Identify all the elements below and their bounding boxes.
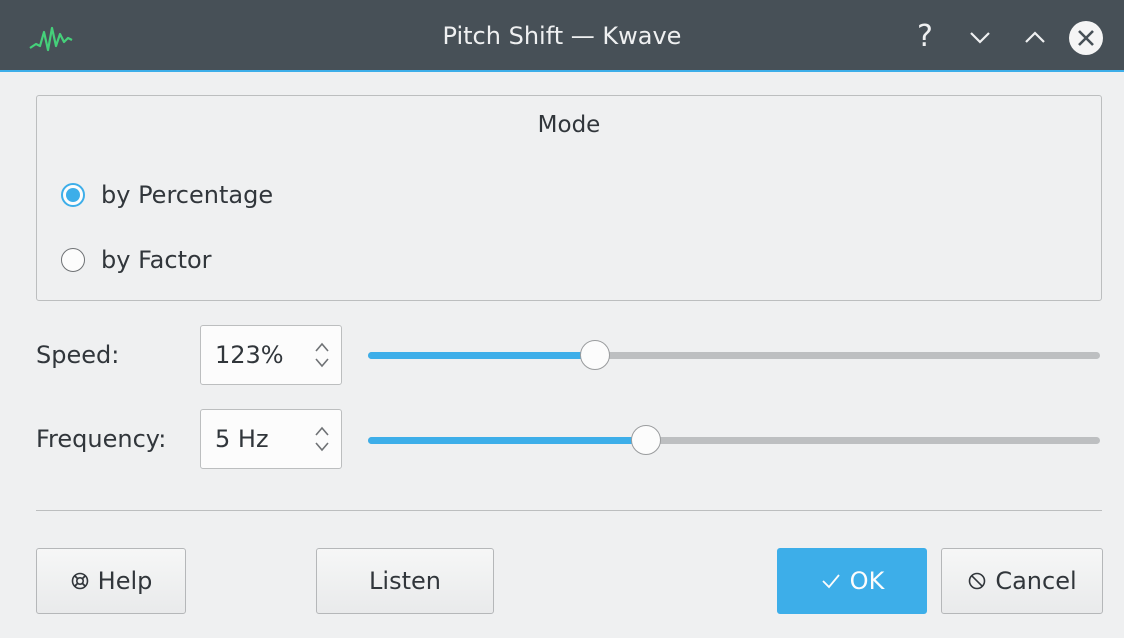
radio-by-factor[interactable]: by Factor [61, 243, 212, 277]
slider-fill [368, 352, 595, 359]
divider [36, 510, 1102, 511]
slider-handle[interactable] [579, 340, 610, 370]
speed-slider[interactable] [368, 340, 1100, 370]
checkmark-icon [820, 571, 842, 591]
spin-arrows-icon[interactable] [313, 340, 331, 370]
listen-button-label: Listen [369, 567, 441, 595]
mode-group-title: Mode [537, 112, 601, 138]
cancel-button-label: Cancel [995, 567, 1077, 595]
help-icon[interactable]: ? [910, 22, 940, 52]
frequency-slider[interactable] [368, 425, 1100, 455]
radio-label-percentage: by Percentage [101, 181, 274, 209]
mode-groupbox: Mode by Percentage by Factor [36, 95, 1102, 301]
cancel-icon [967, 571, 987, 591]
radio-button-checked[interactable] [61, 183, 85, 207]
frequency-spinbox[interactable]: 5 Hz [200, 409, 342, 469]
slider-fill [368, 437, 647, 444]
window-title: Pitch Shift — Kwave [442, 22, 682, 50]
help-lifebuoy-icon [70, 571, 90, 591]
speed-value[interactable]: 123% [215, 326, 284, 384]
minimize-icon[interactable] [965, 22, 995, 52]
frequency-value[interactable]: 5 Hz [215, 410, 269, 468]
frequency-label: Frequency: [36, 425, 167, 453]
speed-spinbox[interactable]: 123% [200, 325, 342, 385]
help-button[interactable]: Help [36, 548, 186, 614]
radio-by-percentage[interactable]: by Percentage [61, 178, 273, 212]
ok-button-label: OK [849, 567, 885, 595]
help-button-label: Help [97, 567, 153, 595]
close-icon[interactable] [1068, 20, 1104, 56]
radio-button-unchecked[interactable] [61, 248, 85, 272]
spin-arrows-icon[interactable] [313, 424, 331, 454]
listen-button[interactable]: Listen [316, 548, 494, 614]
slider-handle[interactable] [631, 425, 662, 455]
ok-button[interactable]: OK [777, 548, 927, 614]
cancel-button[interactable]: Cancel [941, 548, 1103, 614]
radio-label-factor: by Factor [101, 246, 212, 274]
maximize-icon[interactable] [1020, 22, 1050, 52]
title-bar[interactable]: Pitch Shift — Kwave ? [0, 0, 1124, 72]
speed-label: Speed: [36, 341, 120, 369]
